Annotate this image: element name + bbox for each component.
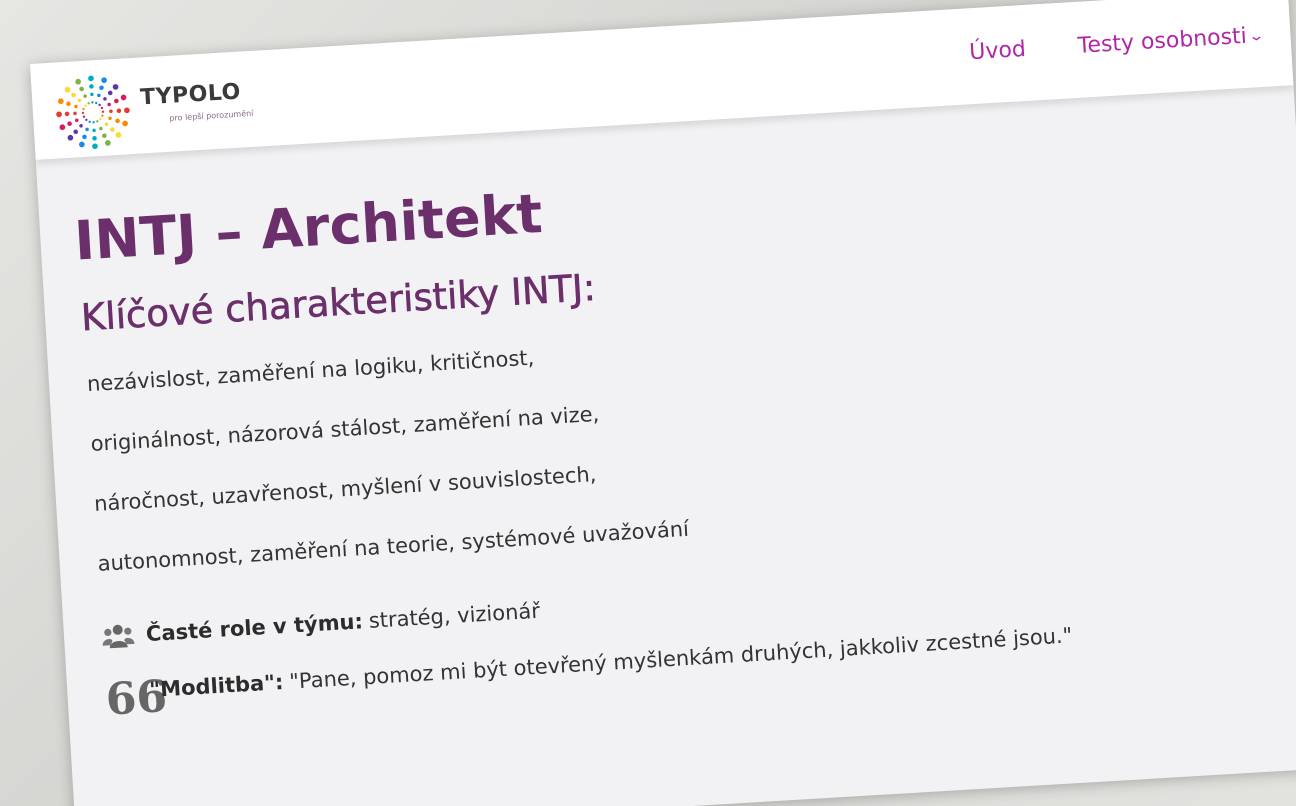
logo-dot [101, 114, 104, 117]
nav-link-uvod[interactable]: Úvod [969, 37, 1027, 65]
logo-dot [79, 86, 84, 92]
logo-dot [99, 85, 104, 91]
logo-dot [89, 84, 94, 89]
nav-dropdown-testy-osobnosti[interactable]: Testy osobnosti ⌄ [1077, 23, 1266, 59]
logo-dot [79, 141, 85, 148]
logo-dot [102, 133, 107, 139]
logo-dot [74, 104, 78, 109]
brand-tagline: pro lepší porozumění [169, 108, 254, 123]
logo-dot [75, 78, 81, 85]
logo-dot [120, 94, 127, 101]
logo-dot [75, 118, 79, 122]
logo-dot [71, 92, 76, 98]
logo-dot [87, 102, 90, 105]
logo-dot [85, 127, 89, 132]
logo-dot [110, 127, 115, 132]
logo-dot [95, 101, 98, 105]
logo-dot [82, 134, 87, 140]
logo-dot [82, 107, 85, 111]
logo-dot [59, 124, 66, 131]
logo-dot [91, 101, 94, 104]
logo-dot [92, 128, 96, 133]
team-roles-label: Časté role v týmu: [145, 609, 364, 647]
logo-dot [66, 101, 71, 107]
logo-dot [99, 117, 102, 121]
logo-dot [67, 134, 74, 141]
logo-dot [108, 116, 112, 120]
logo-dot [90, 92, 94, 97]
prayer-label: "Modlitba": [148, 670, 285, 703]
logo-dot [64, 86, 71, 93]
logo-dot [84, 104, 87, 107]
logo-dot [73, 129, 79, 135]
logo-dot [58, 98, 64, 105]
logo-dot [103, 97, 107, 101]
logo-dot [98, 103, 101, 107]
logo-dot [67, 121, 72, 127]
logo-dot [122, 120, 128, 127]
logo-dot [104, 122, 109, 127]
logo-dot [81, 111, 85, 115]
logo-dot [101, 110, 105, 113]
logo-dot [109, 109, 113, 114]
webpage-photo: TYPOLO pro lepší porozumění Úvod Testy o… [30, 0, 1296, 806]
logo-dot [124, 107, 130, 114]
logo-dot [115, 118, 120, 124]
logo-dot [83, 94, 87, 98]
logo-dot [77, 98, 82, 103]
nav-link-label: Testy osobnosti [1077, 23, 1248, 59]
logo-dot [96, 120, 99, 123]
logo-dot [116, 108, 122, 114]
logo-dot [82, 115, 86, 118]
logo-dot [101, 77, 107, 84]
nav-link-label: Úvod [968, 36, 1027, 66]
logo-dot [115, 132, 122, 138]
logo-dot [104, 140, 111, 146]
typolo-logo-icon[interactable] [53, 72, 133, 152]
users-icon [101, 621, 137, 651]
main-content: INTJ – Architekt Klíčové charakteristiky… [73, 142, 1281, 726]
logo-dot [99, 126, 103, 131]
logo-dot [73, 111, 77, 116]
logo-dot [79, 124, 83, 128]
top-navbar: TYPOLO pro lepší porozumění Úvod Testy o… [30, 0, 1294, 160]
logo-dot [92, 121, 95, 124]
logo-dot [107, 90, 113, 96]
logo-dot [56, 111, 62, 118]
nav-menu: Úvod Testy osobnosti ⌄ [969, 23, 1266, 65]
logo-dot [88, 120, 91, 124]
logo-dot [64, 111, 70, 117]
logo-dot [85, 118, 88, 122]
logo-dot [92, 143, 98, 150]
logo-dot [114, 98, 119, 104]
team-roles-value: stratég, vizionář [368, 599, 541, 634]
brand-name[interactable]: TYPOLO [139, 80, 241, 111]
logo-dot [100, 106, 104, 110]
logo-dot [88, 75, 94, 82]
logo-dot [112, 84, 119, 90]
logo-dot [107, 102, 111, 107]
quote-icon: 66 [104, 671, 169, 726]
chevron-down-icon: ⌄ [1247, 27, 1266, 45]
logo-dot [92, 136, 97, 141]
logo-dot [97, 93, 101, 98]
